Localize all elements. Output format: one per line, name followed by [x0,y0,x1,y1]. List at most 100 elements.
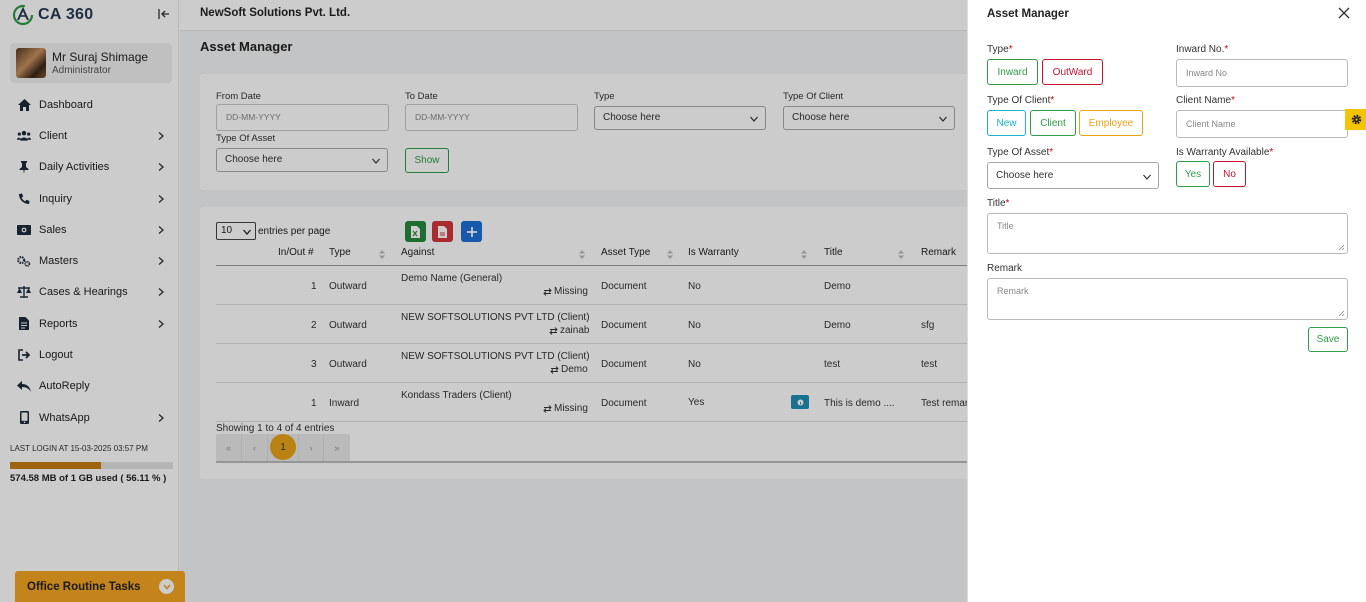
sidebar-item-masters[interactable]: Masters [0,245,179,276]
panel-title: Asset Manager [987,8,1069,20]
collapse-sidebar-icon[interactable] [157,7,171,21]
showing-entries-text: Showing 1 to 4 of 4 entries [216,423,335,434]
sidebar-item-client[interactable]: Client [0,120,179,151]
user-role: Administrator [52,65,111,76]
remark-textarea[interactable]: Remark [987,278,1348,320]
money-icon [17,223,31,237]
excel-file-icon [411,225,420,238]
resize-handle-icon[interactable] [1338,244,1345,251]
app-logo[interactable]: CA 360 [12,4,93,26]
add-asset-button[interactable] [461,221,482,242]
cell-against-sub: Demo [550,364,588,375]
cell-warranty: Yes [688,397,705,408]
to-date-label: To Date [405,91,438,102]
cell-against-sub: Missing [543,286,588,297]
inward-no-input[interactable]: Inward No [1176,59,1348,87]
sidebar-item-inquiry[interactable]: Inquiry [0,183,179,214]
close-icon[interactable] [1338,7,1350,19]
settings-button[interactable] [1345,109,1366,130]
sidebar-item-label: Cases & Hearings [39,286,128,299]
inward-no-label: Inward No.* [1176,44,1229,55]
type-of-asset-filter-select[interactable]: Choose here [216,148,388,172]
sidebar-item-label: Client [39,129,68,142]
last-login-text: LAST LOGIN AT 15-03-2025 03:57 PM [10,444,148,453]
page-next-button[interactable]: › [298,434,324,461]
info-icon [797,399,803,405]
inward-button[interactable]: Inward [987,59,1038,85]
from-date-input[interactable]: DD-MM-YYYY [216,104,389,131]
page-last-button[interactable]: » [324,434,350,461]
column-header-inout[interactable]: In/Out # [278,247,314,258]
to-date-input[interactable]: DD-MM-YYYY [405,104,578,131]
page-title: Asset Manager [200,39,293,54]
show-button[interactable]: Show [405,148,449,173]
entries-label: entries per page [258,226,331,237]
sidebar-menu: Dashboard Client Daily Activities Inquir… [0,89,179,433]
sort-icon[interactable] [379,250,385,259]
cell-against-sub-text: zainab [560,325,590,336]
office-routine-tasks-button[interactable]: Office Routine Tasks [15,571,185,602]
column-header-remark[interactable]: Remark [921,247,956,258]
save-button[interactable]: Save [1308,327,1348,352]
sidebar-item-daily-activities[interactable]: Daily Activities [0,152,179,183]
sidebar-item-cases-hearings[interactable]: Cases & Hearings [0,277,179,308]
sort-icon[interactable] [667,250,673,259]
table-card: 10 entries per page In/Out # Type Agains… [200,207,1080,479]
chevron-right-icon [158,288,164,297]
export-pdf-button[interactable] [432,221,453,242]
filter-card: From Date DD-MM-YYYY To Date DD-MM-YYYY … [200,74,1080,190]
outward-button[interactable]: OutWard [1042,59,1103,85]
sidebar-item-reports[interactable]: Reports [0,308,179,339]
cell-against: NEW SOFTSOLUTIONS PVT LTD (Client) [401,351,590,362]
table-row[interactable]: 2 Outward NEW SOFTSOLUTIONS PVT LTD (Cli… [216,305,1076,344]
chevron-right-icon [158,225,164,234]
sidebar-item-sales[interactable]: Sales [0,214,179,245]
sidebar-item-whatsapp[interactable]: WhatsApp [0,402,179,433]
sidebar-item-dashboard[interactable]: Dashboard [0,89,179,120]
new-client-button[interactable]: New [987,110,1026,136]
sidebar-item-label: Dashboard [39,98,93,111]
column-header-title[interactable]: Title [824,247,843,258]
column-header-asset-type[interactable]: Asset Type [601,247,650,258]
table-row[interactable]: 3 Outward NEW SOFTSOLUTIONS PVT LTD (Cli… [216,344,1076,383]
cell-title: test [824,359,841,370]
page-current-button[interactable]: 1 [270,434,296,460]
table-row[interactable]: 1 Outward Demo Name (General) Missing Do… [216,266,1076,305]
warranty-yes-button[interactable]: Yes [1176,161,1210,187]
horizontal-scrollbar[interactable] [216,461,1076,463]
page-first-button[interactable]: « [216,434,242,461]
column-header-type[interactable]: Type [329,247,351,258]
sidebar-item-logout[interactable]: Logout [0,339,179,370]
type-of-client-filter-select[interactable]: Choose here [783,106,955,130]
sort-icon[interactable] [898,250,904,259]
title-textarea[interactable]: Title [987,213,1348,254]
client-button[interactable]: Client [1030,110,1076,136]
client-name-input[interactable]: Client Name [1176,110,1348,138]
column-header-against[interactable]: Against [401,247,434,258]
table-row[interactable]: 1 Inward Kondass Traders (Client) Missin… [216,383,1076,422]
sort-icon[interactable] [801,250,807,259]
type-filter-select[interactable]: Choose here [594,106,766,130]
cell-num: 3 [311,359,317,370]
type-label: Type* [987,44,1013,55]
sidebar-item-autoreply[interactable]: AutoReply [0,371,179,402]
sort-icon[interactable] [579,250,585,259]
entries-per-page-select[interactable]: 10 [216,222,256,240]
storage-bar-fill [10,462,102,469]
type-of-asset-select[interactable]: Choose here [987,162,1159,189]
avatar [16,48,46,78]
page-prev-button[interactable]: ‹ [242,434,268,461]
asset-manager-panel: Asset Manager Type* Inward OutWard Inwar… [967,0,1366,602]
cell-against: Kondass Traders (Client) [401,390,512,401]
warranty-info-button[interactable] [791,395,809,409]
employee-button[interactable]: Employee [1079,110,1143,136]
cell-type: Inward [329,398,360,409]
resize-handle-icon[interactable] [1338,310,1345,317]
column-header-is-warranty[interactable]: Is Warranty [688,247,739,258]
cell-against: Demo Name (General) [401,273,503,284]
export-excel-button[interactable] [405,221,426,242]
warranty-no-button[interactable]: No [1213,161,1246,187]
user-card[interactable]: Mr Suraj Shimage Administrator [10,43,172,83]
cell-remark: test [921,359,938,370]
gears-icon [17,254,31,268]
